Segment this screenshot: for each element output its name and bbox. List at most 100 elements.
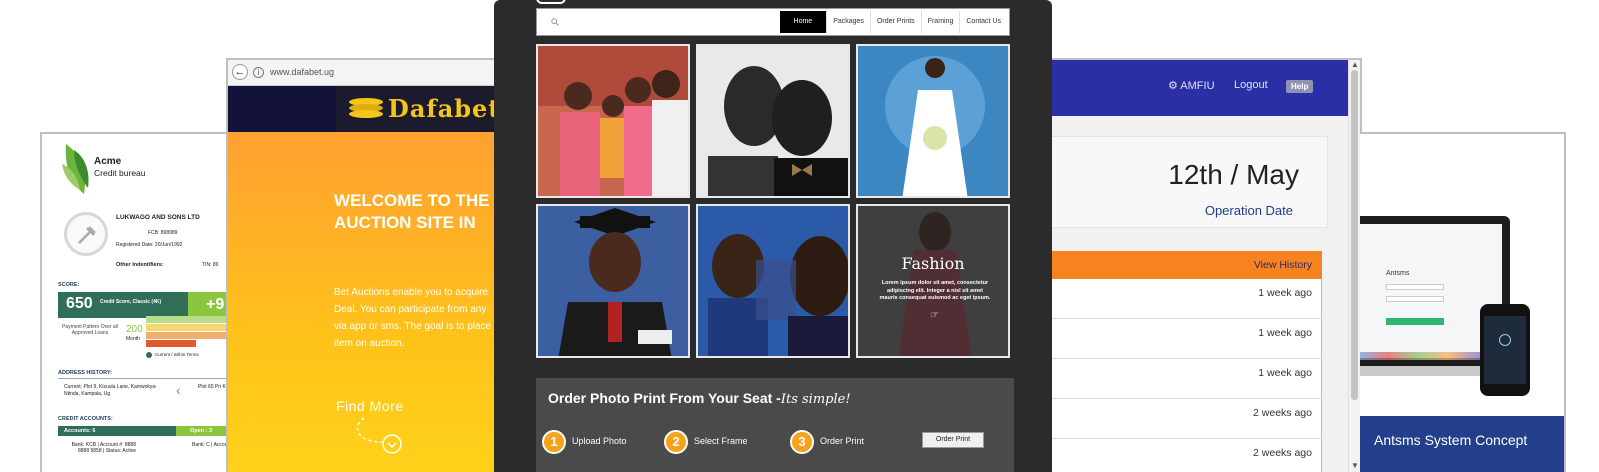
order-print-panel: Order Photo Print From Your Seat -Its si… <box>536 378 1014 472</box>
fcb-number: FCB: 898989 <box>148 230 178 236</box>
phone-screen <box>1484 316 1526 384</box>
photo-studio-preview: Home Packages Order Prints Framing Conta… <box>494 0 1052 472</box>
couple-blue-photo-image <box>698 206 848 356</box>
login-field <box>1386 284 1444 290</box>
scroll-up-icon[interactable]: ▲ <box>1351 60 1359 69</box>
family-photo-image <box>538 46 688 196</box>
help-button[interactable]: Help <box>1286 80 1314 93</box>
studio-nav: Home Packages Order Prints Framing Conta… <box>779 11 1007 33</box>
browser-address-bar: ← i www.dafabet.ug <box>228 60 524 86</box>
chevron-left-icon[interactable]: ‹ <box>176 382 181 398</box>
photo-couple-bw[interactable] <box>696 44 850 198</box>
step-label: Select Frame <box>694 436 748 446</box>
url-text[interactable]: www.dafabet.ug <box>270 67 334 77</box>
photo-graduate[interactable] <box>536 204 690 358</box>
history-row[interactable]: 1 week ago <box>1032 359 1322 399</box>
search-icon[interactable] <box>551 18 559 26</box>
graduate-photo-image <box>538 206 688 356</box>
score-label: SCORE: <box>58 282 80 288</box>
history-time: 1 week ago <box>1258 327 1312 339</box>
scroll-thumb[interactable] <box>1351 70 1358 400</box>
payment-pattern-value: 200 <box>126 324 143 335</box>
nav-home[interactable]: Home <box>779 11 827 33</box>
acme-subtitle: Credit bureau <box>94 168 146 178</box>
dafabet-logo-text: Dafabet <box>388 94 501 123</box>
laptop-app-title: Antsms <box>1386 270 1410 277</box>
address-current: Current: Plot 9, Kisuula Lane, Kamwokya-… <box>64 384 157 397</box>
couple-photo-image <box>698 46 848 196</box>
order-title: Order Photo Print From Your Seat -Its si… <box>548 390 851 407</box>
info-icon[interactable]: i <box>253 67 264 78</box>
nav-contact-us[interactable]: Contact Us <box>959 11 1007 33</box>
photo-bride[interactable] <box>856 44 1010 198</box>
password-field <box>1386 296 1444 302</box>
dafabet-header: Dafabet <box>228 86 524 132</box>
history-time: 1 week ago <box>1258 367 1312 379</box>
bank-account-a: Bank: KCB | Account #: 8888 8888 5858 | … <box>71 442 136 454</box>
score-delta: +9 <box>206 296 225 313</box>
antsms-concept-preview: Antsms Antsms System Concept <box>1360 132 1566 472</box>
photo-couple-blue[interactable] <box>696 204 850 358</box>
nav-packages[interactable]: Packages <box>826 11 870 33</box>
coins-icon <box>349 98 383 118</box>
down-arrow-icon[interactable] <box>346 416 406 456</box>
step-number: 1 <box>542 430 566 454</box>
fashion-title: Fashion <box>901 254 965 273</box>
photo-family[interactable] <box>536 44 690 198</box>
studio-topbar: Home Packages Order Prints Framing Conta… <box>536 8 1010 36</box>
nav-framing[interactable]: Framing <box>920 11 960 33</box>
fashion-description: Lorem ipsum dolor sit amet, consectetur … <box>879 280 991 301</box>
credit-accounts-label: CREDIT ACCOUNTS: <box>58 416 113 422</box>
history-time: 1 week ago <box>1258 287 1312 299</box>
score-description: Credit Score, Classic (4K) <box>100 299 162 305</box>
legend-current: Current / within Terms <box>155 352 199 358</box>
history-list: 1 week ago 1 week ago 1 week ago 2 weeks… <box>1032 279 1322 472</box>
bride-photo-image <box>858 46 1008 196</box>
antsms-banner: Antsms System Concept <box>1360 416 1564 472</box>
view-history-link[interactable]: View History <box>1254 259 1312 271</box>
accounts-count: Accounts: 6 <box>64 428 96 434</box>
order-title-text: Order Photo Print From Your Seat - <box>548 390 781 406</box>
login-button <box>1386 318 1444 325</box>
hammer-icon <box>78 226 96 244</box>
order-title-emphasis: Its simple! <box>780 392 851 407</box>
pattern-bar-red <box>146 340 196 347</box>
find-more-link[interactable]: Find More <box>336 398 404 414</box>
dafabet-hero: WELCOME TO THE AUCTION SITE IN Bet Aucti… <box>228 132 524 472</box>
step-label: Upload Photo <box>572 436 627 446</box>
admin-dashboard-preview: ⚙ AMFIU Logout Help 12th / May Operation… <box>1010 58 1362 472</box>
back-arrow-icon[interactable]: ← <box>232 64 248 80</box>
company-avatar <box>64 212 108 256</box>
payment-pattern-unit: Month <box>126 336 140 342</box>
nav-order-prints[interactable]: Order Prints <box>869 11 921 33</box>
other-identifiers-label: Other Indentifiers: <box>116 262 164 268</box>
antsms-banner-title: Antsms System Concept <box>1374 432 1528 448</box>
history-row[interactable]: 1 week ago <box>1032 279 1322 319</box>
hand-pointer-icon: ☞ <box>930 310 939 321</box>
scroll-down-icon[interactable]: ▼ <box>1351 461 1359 470</box>
acme-name: Acme <box>94 156 122 167</box>
logout-link[interactable]: Logout <box>1234 79 1268 91</box>
step-label: Order Print <box>820 436 865 446</box>
photo-fashion[interactable]: Fashion Lorem ipsum dolor sit amet, cons… <box>856 204 1010 358</box>
address-history-label: ADDRESS HISTORY: <box>58 370 112 376</box>
score-value: 650 <box>66 295 93 312</box>
history-time: 2 weeks ago <box>1253 447 1312 459</box>
history-row[interactable]: 1 week ago <box>1032 319 1322 359</box>
user-menu[interactable]: ⚙ AMFIU <box>1168 79 1215 92</box>
operation-date-label: Operation Date <box>1204 203 1293 218</box>
history-header: View History <box>1032 251 1322 279</box>
payment-pattern-label: Payment Pattern Over all Approved Loans <box>62 324 118 336</box>
tin-number: TIN: 89 <box>202 262 219 268</box>
history-row[interactable]: 2 weeks ago <box>1032 399 1322 439</box>
history-row[interactable]: 2 weeks ago <box>1032 439 1322 472</box>
phone-mockup <box>1480 304 1530 396</box>
admin-navbar: ⚙ AMFIU Logout Help <box>1012 60 1352 116</box>
dafabet-browser-preview: ← i www.dafabet.ug Dafabet WELCOME TO TH… <box>226 58 526 472</box>
user-icon <box>1499 334 1511 346</box>
operation-date-value: 12th / May <box>1168 159 1299 190</box>
order-print-button[interactable]: Order Print <box>922 432 984 448</box>
studio-logo <box>536 0 566 4</box>
scrollbar[interactable]: ▲ ▼ <box>1348 60 1360 472</box>
history-time: 2 weeks ago <box>1253 407 1312 419</box>
